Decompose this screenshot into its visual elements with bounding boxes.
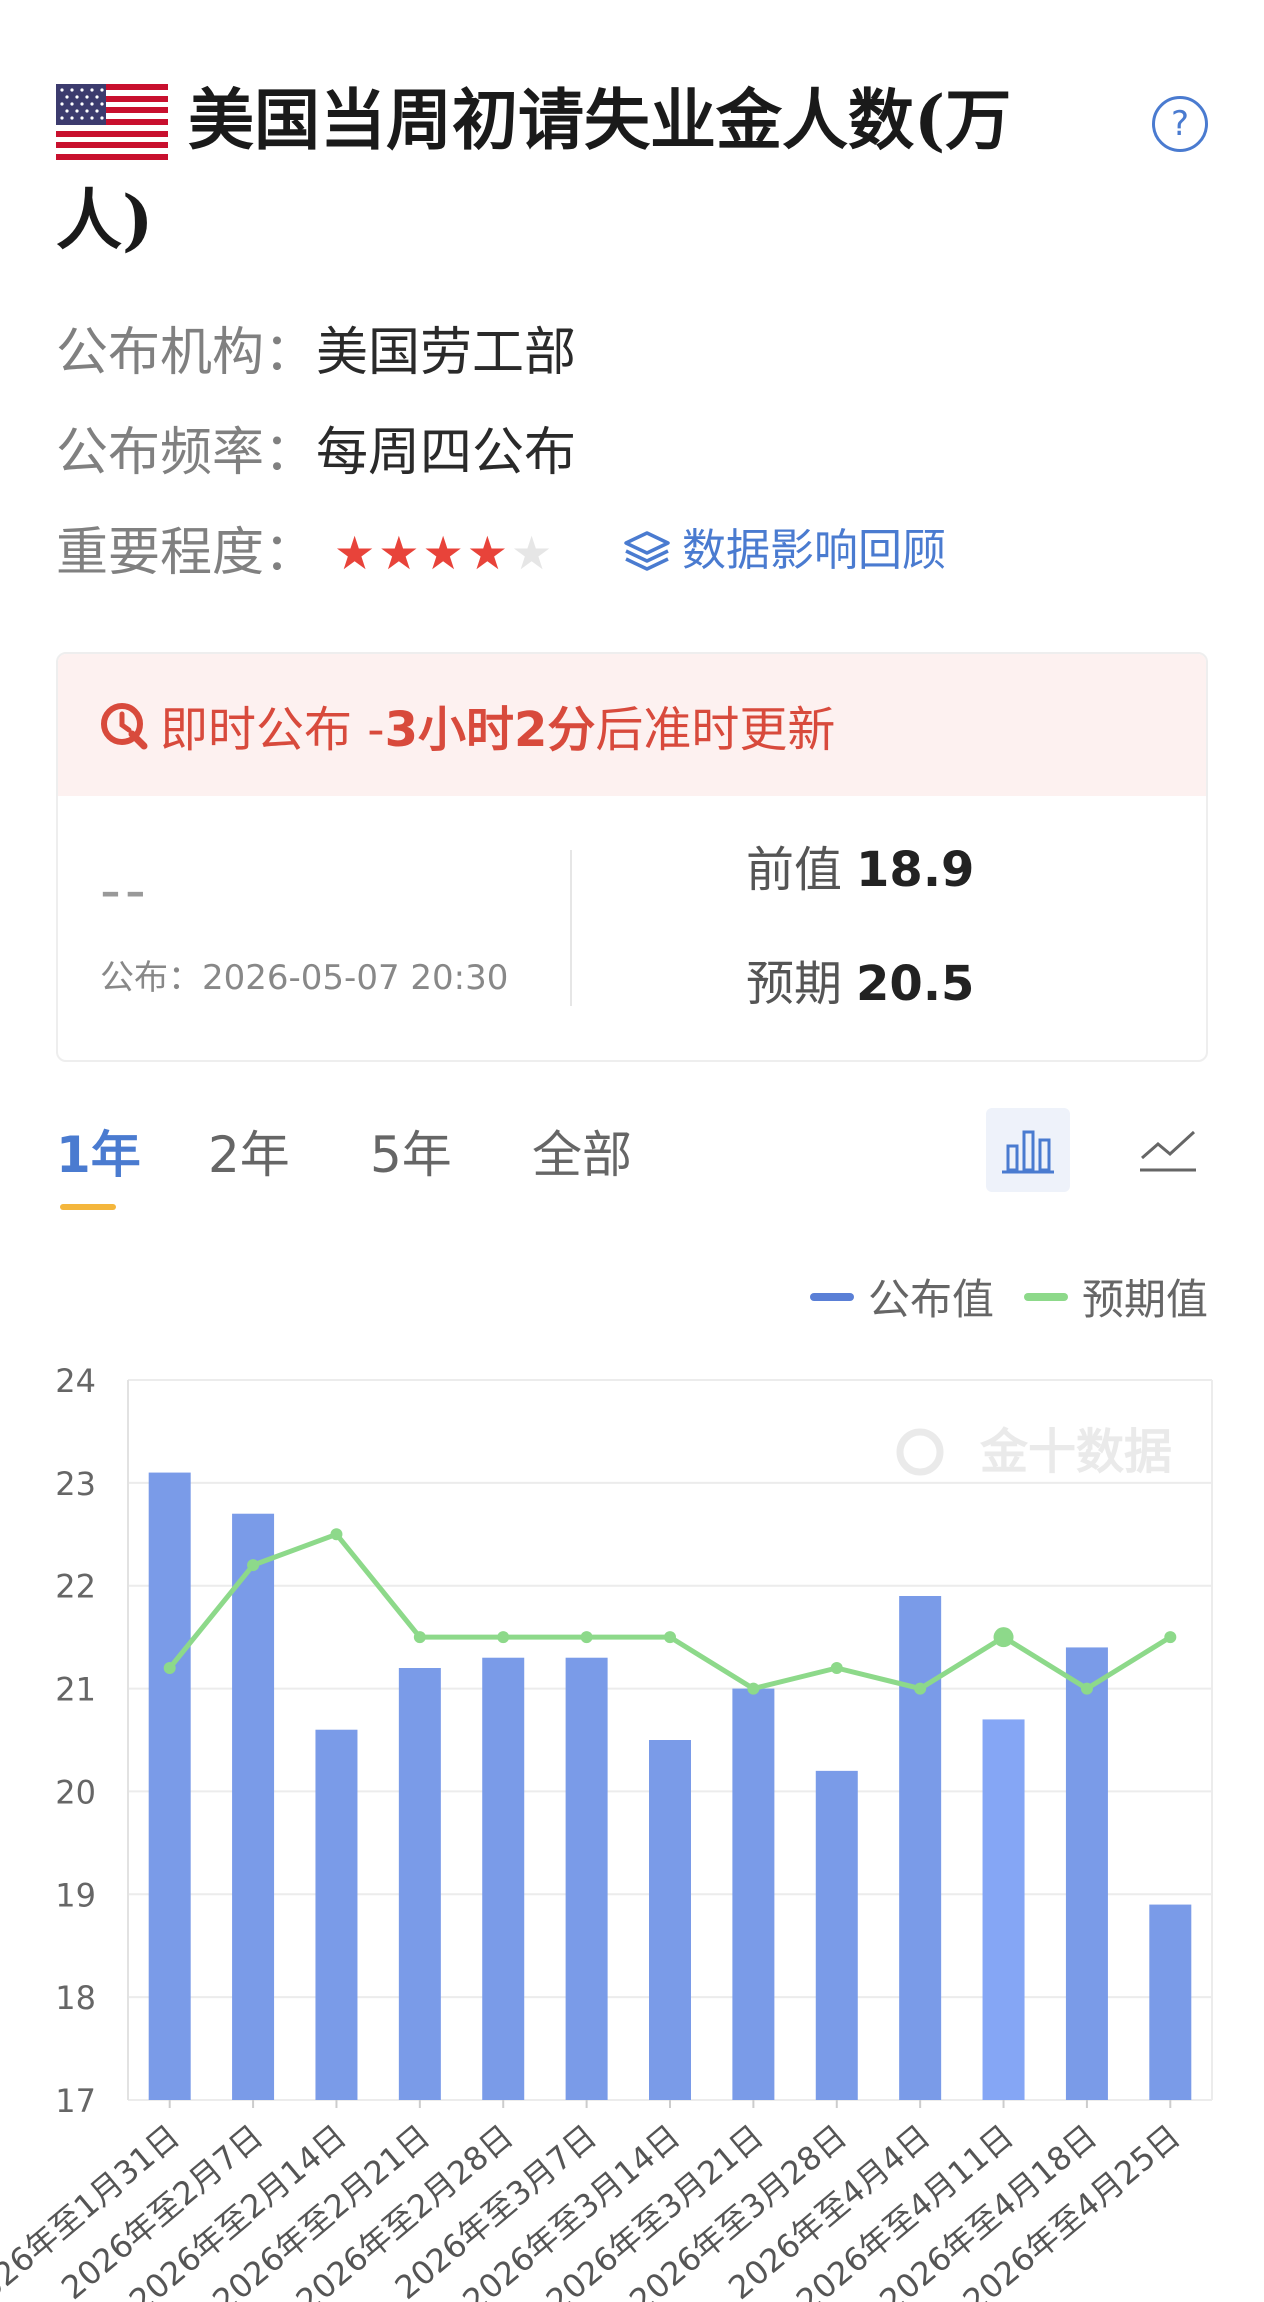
forecast-point xyxy=(747,1682,760,1695)
bar-actual xyxy=(649,1740,691,2100)
bar-actual xyxy=(315,1729,358,2100)
y-tick-label: 17 xyxy=(55,2082,96,2120)
importance-row: 重要程度： xyxy=(56,518,316,588)
watermark-label: 金十数据 xyxy=(979,1424,1172,1480)
previous-label: 前值 xyxy=(746,842,843,898)
release-status-bar: 即时公布 - 3小时2分 后准时更新 xyxy=(58,654,1206,796)
clock-alert-icon xyxy=(101,703,148,750)
importance-stars: ★ ★ ★ ★ ★ xyxy=(334,528,552,578)
forecast-point xyxy=(413,1631,426,1644)
forecast-point xyxy=(247,1559,260,1572)
layers-icon xyxy=(624,531,670,571)
legend-label-forecast: 预期值 xyxy=(1081,1275,1208,1324)
y-tick-label: 19 xyxy=(55,1876,96,1914)
importance-label: 重要程度： xyxy=(56,523,317,583)
publisher-row: 公布机构：美国劳工部 xyxy=(56,318,576,388)
forecast-point xyxy=(664,1631,676,1644)
line-view-button[interactable] xyxy=(1126,1108,1210,1192)
star-filled-icon: ★ xyxy=(334,526,376,580)
publisher-label: 公布机构： xyxy=(56,323,317,383)
forecast-point xyxy=(580,1631,593,1644)
tab-5-years[interactable]: 5年 xyxy=(370,1120,452,1190)
actual-value: -- xyxy=(100,856,150,924)
star-empty-icon: ★ xyxy=(511,526,553,580)
frequency-row: 公布频率：每周四公布 xyxy=(56,418,576,488)
bar-actual xyxy=(482,1657,525,2100)
bar-actual xyxy=(815,1770,858,2100)
forecast-point xyxy=(1164,1631,1177,1644)
star-filled-icon: ★ xyxy=(378,526,420,580)
previous-value-row: 前值 18.9 xyxy=(746,830,974,900)
legend-item-forecast[interactable]: 预期值 xyxy=(1023,1266,1208,1327)
bar-actual xyxy=(899,1596,942,2100)
page-title: 美国当周初请失业金人数(万人) xyxy=(56,81,1012,259)
release-status: 即时公布 - xyxy=(160,702,385,758)
y-tick-label: 21 xyxy=(55,1671,96,1709)
bar-actual xyxy=(398,1668,441,2100)
bar-actual xyxy=(232,1513,275,2100)
bar-actual xyxy=(148,1472,191,2100)
forecast-point xyxy=(163,1662,176,1674)
forecast-value-row: 预期 20.5 xyxy=(746,944,974,1014)
watermark-logo-icon xyxy=(896,1428,944,1476)
impact-review-link[interactable]: 数据影响回顾 xyxy=(622,520,946,582)
forecast-point xyxy=(497,1631,510,1644)
frequency-label: 公布频率： xyxy=(56,423,317,483)
line-chart-icon xyxy=(1140,1130,1196,1172)
forecast-line xyxy=(167,1531,1172,1692)
y-tick-label: 22 xyxy=(55,1568,96,1606)
bar-actual xyxy=(1065,1647,1108,2100)
card-divider xyxy=(570,850,572,1006)
question-circle-icon: ? xyxy=(1170,104,1190,144)
y-tick-label: 18 xyxy=(55,1979,96,2017)
forecast-point xyxy=(330,1528,343,1541)
bar-actual xyxy=(565,1657,608,2100)
legend-label-actual: 公布值 xyxy=(867,1275,994,1324)
previous-value: 18.9 xyxy=(856,842,975,898)
publisher-value: 美国劳工部 xyxy=(316,323,577,383)
legend-item-actual[interactable]: 公布值 xyxy=(809,1266,994,1327)
frequency-value: 每周四公布 xyxy=(316,423,577,483)
star-filled-icon: ★ xyxy=(466,526,508,580)
tab-2-years[interactable]: 2年 xyxy=(208,1120,290,1190)
star-filled-icon: ★ xyxy=(422,526,464,580)
bar-actual xyxy=(1149,1904,1192,2100)
bar-actual xyxy=(732,1688,775,2100)
bar-view-button[interactable] xyxy=(986,1108,1070,1192)
bar-actual xyxy=(982,1719,1025,2100)
impact-review-label: 数据影响回顾 xyxy=(682,525,946,576)
bar-chart-icon xyxy=(1002,1130,1054,1174)
forecast-point xyxy=(830,1662,843,1674)
y-tick-label: 23 xyxy=(55,1465,96,1503)
release-countdown: 3小时2分 xyxy=(384,702,596,758)
legend-swatch-actual xyxy=(809,1292,854,1301)
tab-1-year[interactable]: 1年 xyxy=(56,1120,141,1190)
publish-time: 公布：2026-05-07 20:30 xyxy=(100,958,509,998)
forecast-label: 预期 xyxy=(746,956,843,1012)
tab-all[interactable]: 全部 xyxy=(532,1120,632,1190)
forecast-value: 20.5 xyxy=(856,956,975,1012)
forecast-point xyxy=(993,1627,1014,1648)
legend-swatch-forecast xyxy=(1023,1292,1068,1301)
release-card: 即时公布 - 3小时2分 后准时更新 -- 公布：2026-05-07 20:3… xyxy=(56,652,1208,1062)
jobless-claims-chart: 1718192021222324金十数据2026年至1月31日2026年至2月7… xyxy=(0,1362,1213,2302)
forecast-point xyxy=(1080,1682,1093,1695)
release-status-suffix: 后准时更新 xyxy=(595,702,836,758)
help-button[interactable]: ? xyxy=(1152,96,1208,152)
forecast-point xyxy=(914,1682,927,1695)
chart-legend: 公布值 预期值 xyxy=(780,1266,1208,1327)
y-tick-label: 24 xyxy=(55,1362,96,1400)
y-tick-label: 20 xyxy=(55,1773,96,1811)
active-tab-indicator xyxy=(60,1204,116,1210)
